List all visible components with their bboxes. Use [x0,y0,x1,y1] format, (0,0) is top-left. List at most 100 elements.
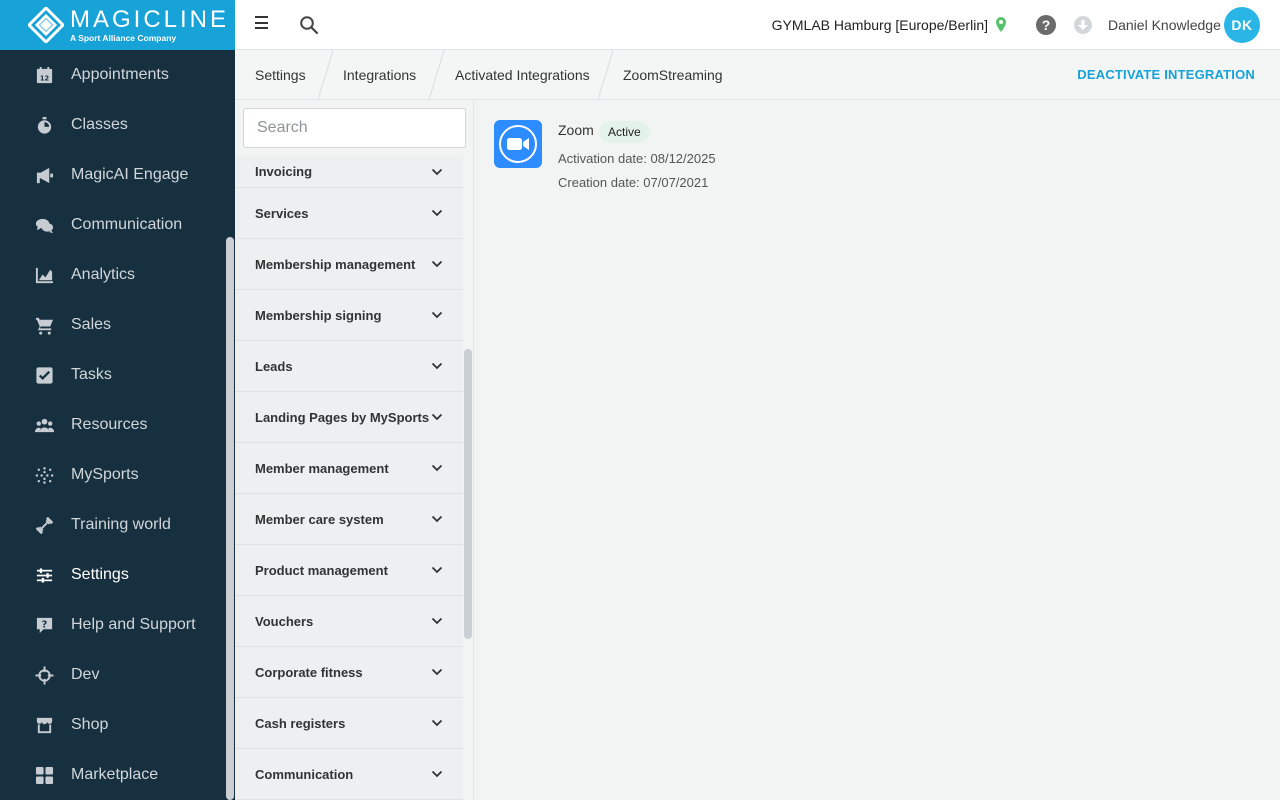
category-label: Corporate fitness [255,664,363,680]
checkbox-icon [34,365,54,385]
chevron-down-icon [431,566,443,574]
brand-logo[interactable]: MAGICLINE A Sport Alliance Company [0,0,235,50]
main-nav: 12 Appointments Classes MagicAI Engage C… [0,50,222,800]
chevron-down-icon [431,668,443,676]
chevron-down-icon [431,311,443,319]
help-icon[interactable]: ? [1036,15,1056,35]
breadcrumb-integrations[interactable]: Integrations [343,50,416,100]
svg-text:?: ? [41,619,47,630]
settings-category-list: Invoicing Services Membership management… [235,156,463,800]
sidebar-scrollbar[interactable] [226,237,234,800]
nav-label: Marketplace [71,766,159,783]
nav-label: Shop [71,716,109,733]
settings-panel: Invoicing Services Membership management… [235,100,474,800]
nav-label: Training world [71,516,171,533]
category-label: Product management [255,562,388,578]
category-landing-pages[interactable]: Landing Pages by MySports [235,392,463,443]
download-icon[interactable] [1074,16,1092,34]
search-icon[interactable] [299,15,319,35]
category-services[interactable]: Services [235,188,463,239]
category-member-management[interactable]: Member management [235,443,463,494]
cart-icon [34,315,54,335]
chevron-down-icon [431,515,443,523]
category-label: Vouchers [255,613,314,629]
breadcrumb-separator [317,50,334,100]
deactivate-integration-button[interactable]: DEACTIVATE INTEGRATION [1077,50,1255,100]
category-label: Landing Pages by MySports [255,409,430,425]
nav-item-tasks[interactable]: Tasks [0,350,222,400]
category-label: Cash registers [255,715,346,731]
nav-item-appointments[interactable]: 12 Appointments [0,50,222,100]
chevron-down-icon [431,168,443,175]
category-leads[interactable]: Leads [235,341,463,392]
category-invoicing[interactable]: Invoicing [235,156,463,188]
nav-item-magicai-engage[interactable]: MagicAI Engage [0,150,222,200]
nav-item-communication[interactable]: Communication [0,200,222,250]
nav-label: Classes [71,116,128,133]
nav-label: Dev [71,666,100,683]
top-bar: GYMLAB Hamburg [Europe/Berlin] ? Daniel … [235,0,1280,50]
store-icon [34,715,54,735]
breadcrumb-zoomstreaming[interactable]: ZoomStreaming [623,50,723,100]
category-membership-management[interactable]: Membership management [235,239,463,290]
integration-name: Zoom [558,122,594,138]
crosshair-icon [34,665,54,685]
chevron-down-icon [431,719,443,727]
category-cash-registers[interactable]: Cash registers [235,698,463,749]
category-vouchers[interactable]: Vouchers [235,596,463,647]
nav-label: Communication [71,216,183,233]
nav-label: MySports [71,466,139,483]
nav-item-settings[interactable]: Settings [0,550,222,600]
brand-name: MAGICLINE [70,5,230,33]
magicline-logo-icon [28,7,64,43]
nav-label: MagicAI Engage [71,166,189,183]
status-badge: Active [599,121,650,143]
chevron-down-icon [431,770,443,778]
category-label: Membership signing [255,307,382,323]
svg-text:12: 12 [39,74,49,82]
nav-item-classes[interactable]: Classes [0,100,222,150]
category-product-management[interactable]: Product management [235,545,463,596]
nav-item-dev[interactable]: Dev [0,650,222,700]
chevron-down-icon [431,362,443,370]
nav-item-marketplace[interactable]: Marketplace [0,750,222,800]
calendar-icon: 12 [34,65,54,85]
location-pin-icon [996,17,1006,32]
category-member-care-system[interactable]: Member care system [235,494,463,545]
category-label: Services [255,205,309,221]
category-communication[interactable]: Communication [235,749,463,800]
help-bubble-icon: ? [34,615,54,635]
nav-label: Resources [71,416,148,433]
menu-toggle-button[interactable] [255,16,271,34]
nav-label: Settings [71,566,129,583]
nav-label: Analytics [71,266,136,283]
dumbbell-icon [34,515,54,535]
nav-label: Appointments [71,66,169,83]
chevron-down-icon [431,617,443,625]
nav-item-shop[interactable]: Shop [0,700,222,750]
nav-item-training-world[interactable]: Training world [0,500,222,550]
nav-item-sales[interactable]: Sales [0,300,222,350]
user-name[interactable]: Daniel Knowledge [1108,17,1221,33]
megaphone-icon [34,165,54,185]
avatar[interactable]: DK [1224,7,1260,43]
nav-item-mysports[interactable]: MySports [0,450,222,500]
nav-item-analytics[interactable]: Analytics [0,250,222,300]
studio-selector[interactable]: GYMLAB Hamburg [Europe/Berlin] [772,17,988,33]
breadcrumb: Settings Integrations Activated Integrat… [235,50,1280,100]
nav-item-help-and-support[interactable]: ? Help and Support [0,600,222,650]
breadcrumb-settings[interactable]: Settings [255,50,306,100]
chevron-down-icon [431,413,443,421]
settings-search-input[interactable] [243,108,466,148]
category-label: Leads [255,358,293,374]
category-label: Communication [255,766,354,782]
category-corporate-fitness[interactable]: Corporate fitness [235,647,463,698]
nav-item-resources[interactable]: Resources [0,400,222,450]
chevron-down-icon [431,260,443,268]
breadcrumb-activated-integrations[interactable]: Activated Integrations [455,50,590,100]
chat-bubbles-icon [34,215,54,235]
category-membership-signing[interactable]: Membership signing [235,290,463,341]
panel-scrollbar[interactable] [464,349,472,639]
nav-label: Tasks [71,366,112,383]
nav-label: Help and Support [71,616,196,633]
